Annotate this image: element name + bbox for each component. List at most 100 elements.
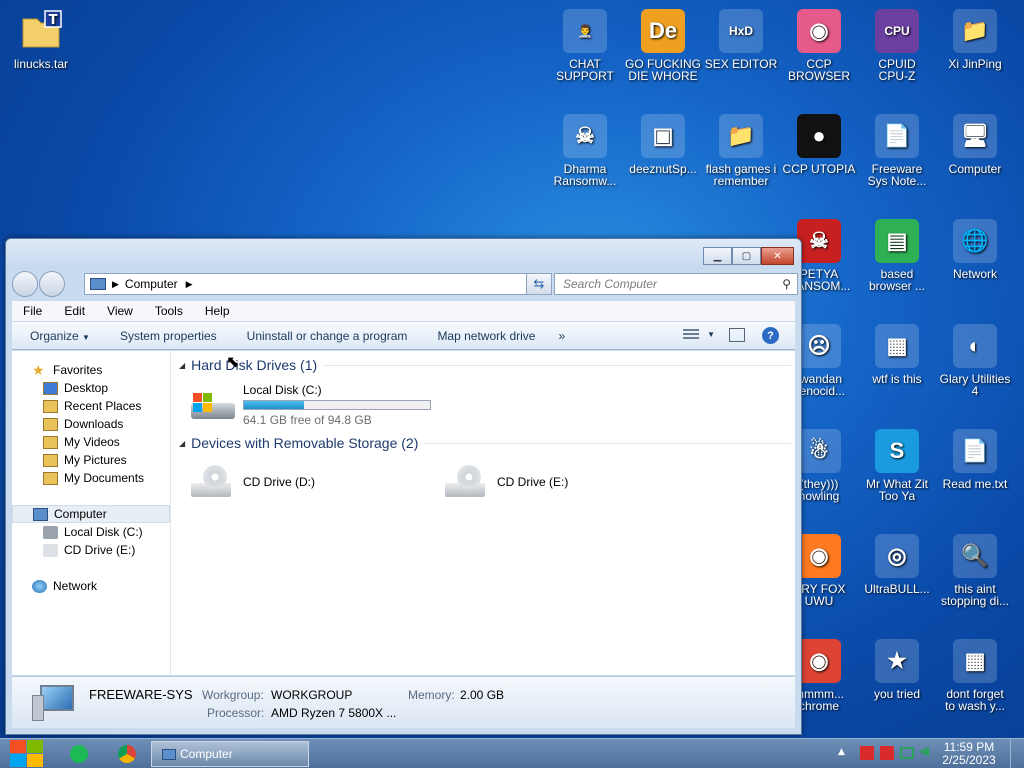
- tray-expand-icon[interactable]: ▲: [838, 747, 845, 757]
- desktop-icon[interactable]: 📁 Xi JinPing: [934, 6, 1016, 70]
- desktop-icon[interactable]: ◉ CCP BROWSER: [778, 6, 860, 82]
- refresh-button[interactable]: ⇆: [526, 273, 552, 295]
- tray-icon[interactable]: [880, 746, 894, 760]
- network-tray-icon[interactable]: [900, 747, 914, 759]
- show-desktop-button[interactable]: [1010, 739, 1024, 768]
- calendar-doc-icon: ▦: [950, 636, 1000, 686]
- sidebar-item-label: CD Drive (E:): [64, 543, 136, 557]
- desktop-icon[interactable]: CPU CPUID CPU-Z: [856, 6, 938, 82]
- desktop-icon[interactable]: 🌐 Network: [934, 216, 1016, 280]
- taskbar-explorer-task[interactable]: Computer: [151, 741, 309, 767]
- sidebar-item-network[interactable]: Network: [12, 577, 170, 595]
- desktop-icon-linucks[interactable]: T linucks.tar: [0, 6, 82, 70]
- taskbar-chrome-icon[interactable]: [118, 745, 136, 763]
- organize-button[interactable]: Organize ▼: [12, 329, 105, 343]
- downloads-icon: [43, 417, 58, 431]
- maximize-button[interactable]: ▢: [732, 247, 761, 265]
- sidebar-item-desktop[interactable]: Desktop: [12, 379, 170, 397]
- window-titlebar[interactable]: [6, 239, 801, 269]
- system-properties-button[interactable]: System properties: [105, 329, 232, 343]
- sidebar-item-computer[interactable]: Computer: [12, 505, 170, 523]
- desktop-icon[interactable]: ● CCP UTOPIA: [778, 111, 860, 175]
- stack-icon: ▣: [638, 111, 688, 161]
- minimize-button[interactable]: ▁: [703, 247, 732, 265]
- desktop-icon[interactable]: S Mr What Zit Too Ya: [856, 426, 938, 502]
- volume-icon[interactable]: ◀: [919, 744, 929, 759]
- text-file-icon: 📄: [950, 426, 1000, 476]
- documents-icon: [43, 471, 58, 485]
- sidebar-item-my-videos[interactable]: My Videos: [12, 433, 170, 451]
- desktop-icon[interactable]: 👨‍⚕️ CHAT SUPPORT: [544, 6, 626, 82]
- forward-button[interactable]: [39, 271, 65, 297]
- sidebar-item-my-documents[interactable]: My Documents: [12, 469, 170, 487]
- desktop-icon[interactable]: ★ you tried: [856, 636, 938, 700]
- refresh-icon: ⇆: [533, 276, 545, 292]
- desktop-icon-label: Glary Utilities 4: [939, 372, 1011, 398]
- cd-drive-d[interactable]: CD Drive (D:): [189, 463, 315, 501]
- close-button[interactable]: ✕: [761, 247, 794, 265]
- menu-tools[interactable]: Tools: [144, 304, 194, 318]
- desktop-icon-label: Read me.txt: [942, 477, 1008, 491]
- sidebar-item-label: Local Disk (C:): [64, 525, 143, 539]
- back-button[interactable]: [12, 271, 38, 297]
- desktop-icon[interactable]: 🔍 this aint stopping di...: [934, 531, 1016, 607]
- menu-edit[interactable]: Edit: [53, 304, 96, 318]
- sidebar-item-favorites[interactable]: ★ Favorites: [12, 361, 170, 379]
- taskbar: Computer ▲ ◀ 11:59 PM 2/25/2023: [0, 738, 1024, 768]
- desktop-icon[interactable]: 📄 Freeware Sys Note...: [856, 111, 938, 187]
- more-commands-button[interactable]: »: [550, 329, 580, 343]
- group-header-hdd[interactable]: ◢ Hard Disk Drives (1): [179, 357, 791, 373]
- processor-label: Processor:: [207, 706, 265, 720]
- desktop-icon[interactable]: ▤ based browser ...: [856, 216, 938, 292]
- clock[interactable]: 11:59 PM 2/25/2023: [938, 741, 1000, 767]
- group-header-removable[interactable]: ◢ Devices with Removable Storage (2): [179, 435, 791, 451]
- preview-pane-icon[interactable]: [729, 328, 745, 342]
- menu-file[interactable]: File: [12, 304, 53, 318]
- taskbar-spotify-icon[interactable]: [70, 745, 88, 763]
- address-bar[interactable]: ▶ Computer ▶ ▼: [84, 273, 548, 295]
- navigation-pane[interactable]: ★ Favorites Desktop Recent Places Downloads…: [12, 351, 171, 675]
- start-button[interactable]: [10, 740, 44, 768]
- explorer-window[interactable]: ▁ ▢ ✕ ▶ Computer ▶ ▼ ⇆ Search Computer ⚲…: [5, 238, 802, 735]
- desktop-icon[interactable]: De GO FUCKING DIE WHORE: [622, 6, 704, 82]
- breadcrumb-computer[interactable]: Computer: [125, 277, 178, 291]
- cd-drive-e[interactable]: CD Drive (E:): [443, 463, 568, 501]
- maximize-icon: ▢: [741, 250, 752, 262]
- desktop-icon-label: based browser ...: [868, 267, 925, 293]
- desktop-icon[interactable]: HxD SEX EDITOR: [700, 6, 782, 70]
- desktop-icon[interactable]: ▦ wtf is this: [856, 321, 938, 385]
- desktop-icon[interactable]: 📄 Read me.txt: [934, 426, 1016, 490]
- dropdown-icon[interactable]: ▼: [707, 330, 715, 339]
- sidebar-item-recent-places[interactable]: Recent Places: [12, 397, 170, 415]
- sidebar-item-local-disk-c-[interactable]: Local Disk (C:): [12, 523, 170, 541]
- sidebar-item-my-pictures[interactable]: My Pictures: [12, 451, 170, 469]
- windows-logo-icon: [10, 740, 44, 768]
- search-input[interactable]: Search Computer ⚲: [554, 273, 798, 295]
- computer-small-icon: [90, 278, 106, 290]
- file-view[interactable]: ◢ Hard Disk Drives (1) Local Disk (C:) 64…: [171, 351, 795, 675]
- desktop-icon[interactable]: 📁 flash games i remember: [700, 111, 782, 187]
- uninstall-button[interactable]: Uninstall or change a program: [232, 329, 423, 343]
- action-center-flag-icon[interactable]: [860, 746, 874, 760]
- local-disk-c[interactable]: Local Disk (C:) 64.1 GB free of 94.8 GB: [189, 383, 431, 427]
- sidebar-item-label: My Documents: [64, 471, 145, 485]
- menu-help[interactable]: Help: [194, 304, 241, 318]
- menu-view[interactable]: View: [96, 304, 144, 318]
- skull-icon: ☠: [560, 111, 610, 161]
- network-icon: 🌐: [950, 216, 1000, 266]
- map-network-drive-button[interactable]: Map network drive: [422, 329, 550, 343]
- help-icon[interactable]: ?: [762, 327, 779, 344]
- desktop-icon-label: GO FUCKING DIE WHORE: [624, 57, 701, 83]
- workgroup-label: Workgroup:: [202, 688, 264, 702]
- hxd-icon: HxD: [716, 6, 766, 56]
- sidebar-item-downloads[interactable]: Downloads: [12, 415, 170, 433]
- desktop-icon[interactable]: ▦ dont forget to wash y...: [934, 636, 1016, 712]
- computer-small-icon: [162, 748, 176, 760]
- desktop-icon[interactable]: ◎ UltraBULL...: [856, 531, 938, 595]
- desktop-icon[interactable]: ◐ Glary Utilities 4: [934, 321, 1016, 397]
- desktop-icon[interactable]: ▣ deeznutSp...: [622, 111, 704, 175]
- desktop-icon[interactable]: 🖥 Computer: [934, 111, 1016, 175]
- desktop-icon[interactable]: ☠ Dharma Ransomw...: [544, 111, 626, 187]
- view-options-icon[interactable]: [683, 329, 699, 341]
- sidebar-item-cd-drive-e-[interactable]: CD Drive (E:): [12, 541, 170, 559]
